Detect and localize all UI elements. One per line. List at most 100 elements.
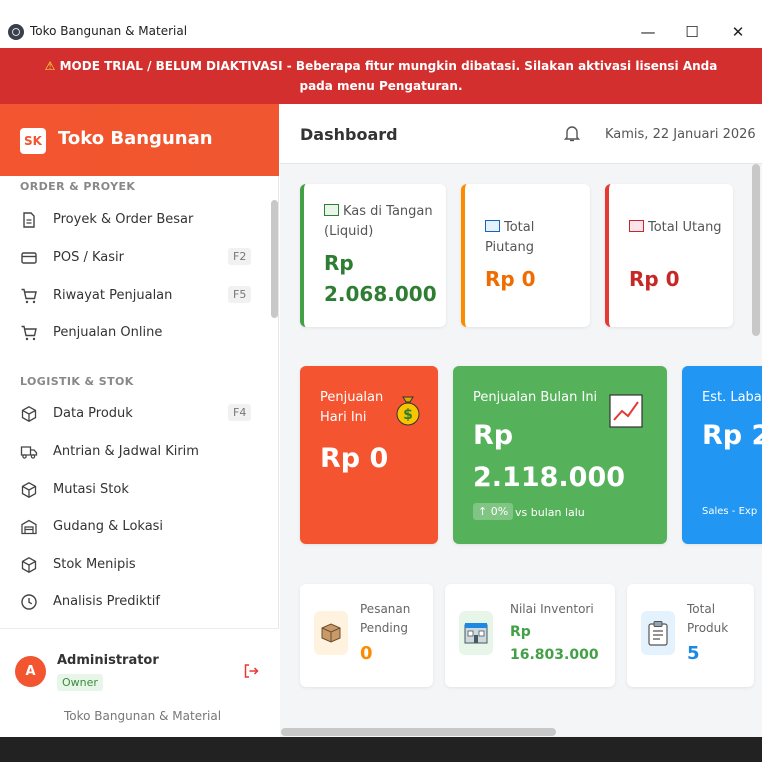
sidebar-scrollbar[interactable] [271,200,278,318]
box-icon [21,482,37,498]
card-label: Penjualan Bulan Ini [473,390,598,405]
top-bar: Dashboard Kamis, 22 Januari 2026 [280,104,762,164]
shortcut-key: F5 [228,286,252,303]
app-icon [8,24,24,40]
sidebar-nav[interactable]: ORDER & PROYEK Proyek & Order Besar POS … [0,176,270,628]
main-vertical-scrollbar[interactable] [752,164,760,336]
card-value: Rp 0 [320,443,389,474]
section-title-logistik: LOGISTIK & STOK [20,375,134,388]
card-value: Rp 0 [629,267,680,291]
sidebar-item-label: POS / Kasir [53,250,124,265]
box-icon [21,557,37,573]
card-label: Penjualan Hari Ini [320,390,384,425]
sidebar-item-label: Penjualan Online [53,325,163,340]
card-kas[interactable]: Kas di Tangan (Liquid) Rp 2.068.000 [300,184,446,327]
chart-down-icon [485,220,500,232]
card-penjualan-hari-ini[interactable]: Penjualan Hari Ini $ Rp 0 [300,366,438,544]
window-title: Toko Bangunan & Material [30,24,188,38]
sidebar-item-label: Mutasi Stok [53,482,129,497]
cart-icon [21,288,37,304]
card-value: Rp 16.803.000 [510,624,599,663]
card-label: Total Piutang [485,220,535,255]
page-title: Dashboard [300,125,398,144]
sidebar-item-stok-menipis[interactable]: Stok Menipis [0,548,265,582]
clipboard-icon [641,611,675,655]
svg-text:$: $ [403,407,413,423]
sidebar: SK Toko Bangunan ORDER & PROYEK Proyek &… [0,104,279,738]
shortcut-key: F2 [228,248,252,265]
card-label: Pesanan Pending [360,602,411,635]
taskbar-strip [0,737,762,762]
brand-header: SK Toko Bangunan [0,104,279,176]
brand-logo: SK [20,128,46,154]
warning-icon: ⚠ [44,59,56,73]
cart-icon [21,325,37,341]
sidebar-item-analisis[interactable]: Analisis Prediktif [0,585,265,619]
sidebar-item-label: Antrian & Jadwal Kirim [53,444,199,459]
title-bar[interactable]: Toko Bangunan & Material — ☐ ✕ [0,16,762,48]
card-label: Total Utang [629,218,729,238]
sidebar-item-label: Data Produk [53,406,133,421]
sidebar-item-online[interactable]: Penjualan Online [0,316,265,350]
card-penjualan-bulan-ini[interactable]: Penjualan Bulan Ini Rp 2.118.000 ↑ 0% vs… [453,366,667,544]
sidebar-item-pos[interactable]: POS / Kasir F2 [0,241,265,275]
sidebar-item-mutasi[interactable]: Mutasi Stok [0,473,265,507]
logout-icon[interactable] [242,662,260,680]
trial-banner-text: MODE TRIAL / BELUM DIAKTIVASI - Beberapa… [59,59,718,93]
store-icon [459,611,493,655]
main-horizontal-scrollbar[interactable] [281,728,556,736]
sidebar-item-antrian[interactable]: Antrian & Jadwal Kirim [0,435,265,469]
user-name: Administrator [57,653,159,668]
sidebar-item-label: Analisis Prediktif [53,594,160,609]
growth-note: vs bulan lalu [515,506,585,519]
card-value: Rp 2.068.000 [324,251,437,306]
sidebar-item-riwayat[interactable]: Riwayat Penjualan F5 [0,279,265,313]
card-label: Nilai Inventori [510,602,594,616]
cash-icon [324,204,339,216]
user-panel: A Administrator Owner Toko Bangunan & Ma… [0,628,279,738]
minimize-button[interactable]: — [628,20,668,44]
card-total-produk[interactable]: Total Produk 5 [627,584,754,687]
warehouse-icon [21,519,37,535]
maximize-button[interactable]: ☐ [672,20,712,44]
clock-icon [21,594,37,610]
growth-badge: ↑ 0% [473,503,514,520]
card-value: Rp 2.118.000 [473,420,626,493]
close-button[interactable]: ✕ [718,20,758,44]
card-est-laba[interactable]: Est. Laba Rp 2.06 Sales - Exp [682,366,762,544]
card-value: 0 [360,643,373,664]
card-label: Total Produk [687,602,729,635]
card-piutang[interactable]: Total Piutang Rp 0 [461,184,590,327]
current-date: Kamis, 22 Januari 2026 [605,127,756,142]
card-value: Rp 2.06 [702,420,762,451]
box-icon [21,406,37,422]
user-role-badge: Owner [57,674,103,691]
sidebar-item-label: Gudang & Lokasi [53,519,164,534]
trial-banner: ⚠ MODE TRIAL / BELUM DIAKTIVASI - Bebera… [0,48,762,104]
bell-icon[interactable] [562,123,582,143]
main-content: Dashboard Kamis, 22 Januari 2026 Kas di … [280,104,762,737]
sidebar-item-data-produk[interactable]: Data Produk F4 [0,397,265,431]
card-value: 5 [687,643,700,664]
card-pesanan-pending[interactable]: Pesanan Pending 0 [300,584,433,687]
store-name: Toko Bangunan & Material [64,709,222,723]
card-utang[interactable]: Total Utang Rp 0 [605,184,733,327]
money-bag-icon: $ [396,396,420,426]
credit-card-icon [21,252,37,264]
card-note: Sales - Exp [702,506,758,517]
card-label: Kas di Tangan (Liquid) [324,204,433,239]
app-window: Toko Bangunan & Material — ☐ ✕ ⚠ MODE TR… [0,0,762,762]
avatar: A [15,656,46,687]
card-label: Est. Laba [702,390,762,405]
sidebar-item-label: Stok Menipis [53,557,136,572]
sidebar-item-label: Proyek & Order Besar [53,212,194,227]
brand-name: Toko Bangunan [58,128,213,149]
sidebar-item-label: Riwayat Penjualan [53,288,173,303]
card-nilai-inventori[interactable]: Nilai Inventori Rp 16.803.000 [445,584,615,687]
card-value: Rp 0 [485,267,536,291]
shortcut-key: F4 [228,404,252,421]
section-title-order: ORDER & PROYEK [20,180,136,193]
sidebar-item-gudang[interactable]: Gudang & Lokasi [0,510,265,544]
sidebar-item-proyek[interactable]: Proyek & Order Besar [0,203,265,237]
package-icon [314,611,348,655]
